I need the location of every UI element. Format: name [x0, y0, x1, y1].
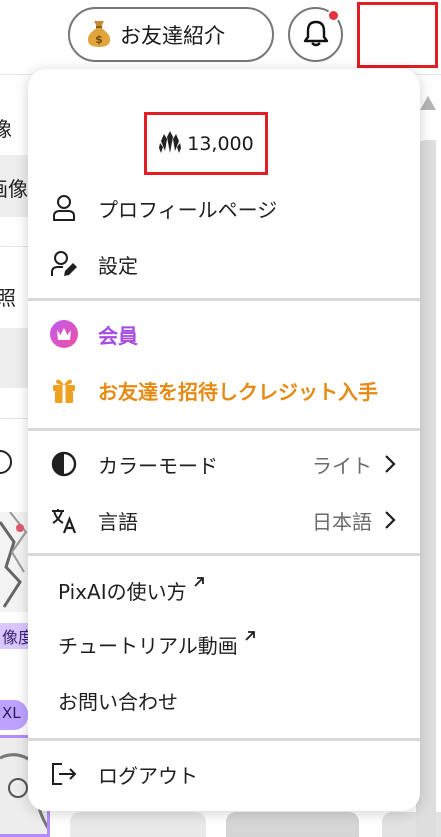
svg-text:$: $ [95, 33, 103, 46]
menu-item-color-mode-label: カラーモード [98, 453, 218, 478]
menu-item-howto-label: PixAIの使い方 [58, 579, 187, 604]
gift-icon [50, 376, 78, 404]
menu-divider-3 [28, 553, 420, 556]
menu-item-color-mode[interactable]: カラーモード ライト [28, 438, 420, 490]
chevron-right-icon [384, 510, 396, 534]
menu-item-howto[interactable]: PixAIの使い方 [28, 564, 420, 616]
menu-divider-1 [28, 298, 420, 301]
chevron-right-icon [384, 454, 396, 478]
scroll-up-arrow[interactable] [420, 96, 436, 110]
bg-fragment-1: 像 [0, 117, 12, 141]
menu-item-invite[interactable]: お友達を招待しクレジット入手 [28, 364, 420, 416]
menu-item-tutorial-label: チュートリアル動画 [58, 633, 238, 658]
money-bag-icon: $ [86, 18, 112, 52]
referral-label: お友達紹介 [120, 23, 225, 48]
credit-balance[interactable]: 13,000 [144, 112, 268, 175]
crown-icon [50, 320, 78, 348]
menu-item-tutorial[interactable]: チュートリアル動画 [28, 618, 420, 670]
bg-divider-2 [0, 418, 28, 419]
bg-thumbnail-3 [70, 812, 206, 837]
menu-item-invite-label: お友達を招待しクレジット入手 [98, 379, 378, 404]
menu-item-logout-label: ログアウト [98, 763, 198, 788]
referral-button[interactable]: $ お友達紹介 [68, 7, 274, 62]
language-value: 日本語 [312, 509, 372, 534]
menu-item-language[interactable]: 言語 日本語 [28, 494, 420, 546]
contrast-icon [50, 450, 78, 478]
bg-xl-badge: XL [0, 700, 28, 730]
bg-thumbnail-1 [0, 512, 28, 612]
user-icon [50, 194, 78, 222]
logout-icon [50, 760, 78, 788]
translate-icon [50, 506, 78, 534]
notification-button[interactable] [288, 7, 343, 62]
external-link-icon [244, 628, 256, 646]
menu-item-membership-label: 会員 [98, 323, 138, 348]
menu-item-language-label: 言語 [98, 509, 138, 534]
bg-thumbnail-4 [226, 812, 359, 837]
bg-help-icon [0, 450, 12, 474]
bg-fragment-3: 照 [0, 286, 16, 310]
menu-item-settings[interactable]: 設定 [28, 238, 420, 290]
menu-item-settings-label: 設定 [98, 253, 138, 278]
color-mode-value: ライト [312, 453, 372, 478]
user-avatar-button[interactable] [357, 2, 438, 68]
menu-divider-4 [28, 738, 420, 741]
menu-item-profile[interactable]: プロフィールページ [28, 182, 420, 234]
menu-item-logout[interactable]: ログアウト [28, 748, 420, 800]
menu-item-profile-label: プロフィールページ [98, 197, 278, 222]
bg-row-2 [0, 328, 28, 388]
notification-badge [327, 9, 340, 22]
menu-item-contact-label: お問い合わせ [58, 689, 178, 714]
bg-fragment-2: 画像 [0, 177, 28, 201]
external-link-icon [193, 574, 205, 592]
credit-crystal-icon [158, 129, 182, 159]
bg-divider-1 [0, 246, 28, 247]
credit-amount: 13,000 [187, 132, 254, 155]
bell-icon [303, 19, 329, 51]
menu-item-contact[interactable]: お問い合わせ [28, 674, 420, 726]
user-edit-icon [50, 250, 78, 278]
menu-divider-2 [28, 428, 420, 431]
menu-item-membership[interactable]: 会員 [28, 308, 420, 360]
